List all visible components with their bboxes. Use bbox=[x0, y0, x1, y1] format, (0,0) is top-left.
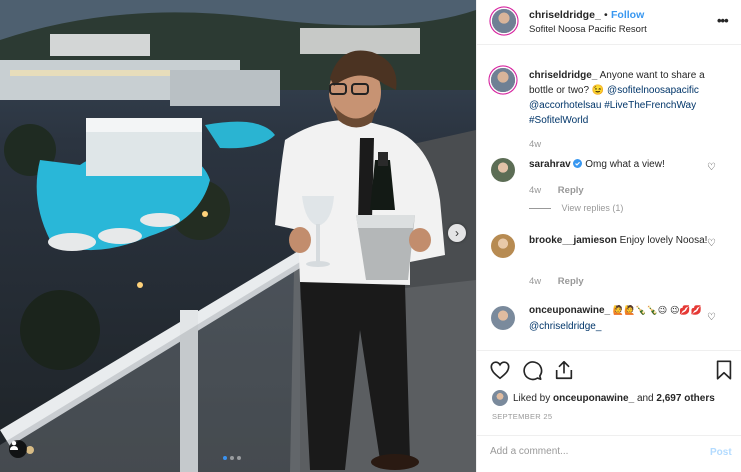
share-icon[interactable] bbox=[553, 359, 575, 381]
heart-icon[interactable] bbox=[489, 359, 511, 381]
comment-username[interactable]: onceuponawine_ bbox=[529, 305, 610, 316]
carousel-dot bbox=[230, 456, 234, 460]
comment-age[interactable]: 4w bbox=[529, 185, 541, 196]
likes-prefix: Liked by bbox=[513, 392, 551, 404]
comment-meta: 4w Reply bbox=[529, 276, 584, 287]
carousel-dot bbox=[237, 456, 241, 460]
comment-like-heart-icon[interactable]: ♡ bbox=[707, 162, 716, 173]
view-replies-label: View replies (1) bbox=[561, 203, 624, 213]
caption-age[interactable]: 4w bbox=[529, 139, 541, 150]
post-date[interactable]: SEPTEMBER 25 bbox=[492, 412, 552, 421]
mention-link[interactable]: @sofitelnoosapacific bbox=[607, 85, 699, 96]
reply-button[interactable]: Reply bbox=[558, 185, 584, 196]
avatar[interactable] bbox=[492, 9, 516, 33]
follow-button[interactable]: Follow bbox=[611, 9, 644, 21]
hashtag-link[interactable]: #SofitelWorld bbox=[529, 115, 588, 126]
avatar[interactable] bbox=[492, 390, 508, 406]
bookmark-icon[interactable] bbox=[713, 359, 735, 381]
reply-button[interactable]: Reply bbox=[558, 276, 584, 287]
comment-text: Enjoy lovely Noosa! bbox=[619, 235, 708, 246]
avatar[interactable] bbox=[491, 234, 515, 258]
comment-icon[interactable] bbox=[521, 359, 543, 381]
avatar[interactable] bbox=[491, 68, 515, 92]
caption: chriseldridge_ Anyone want to share a bo… bbox=[529, 68, 714, 128]
likes-summary: Liked by onceuponawine_ and 2,697 others bbox=[492, 390, 715, 406]
photo-scene bbox=[0, 0, 476, 472]
comment-like-heart-icon[interactable]: ♡ bbox=[707, 238, 716, 249]
likes-user[interactable]: onceuponawine_ bbox=[553, 393, 634, 404]
add-comment-bar: Post bbox=[477, 435, 741, 472]
caption-username[interactable]: chriseldridge_ bbox=[529, 70, 597, 81]
location-link[interactable]: Sofitel Noosa Pacific Resort bbox=[529, 24, 647, 35]
caption-meta: 4w bbox=[529, 139, 541, 150]
comment: onceuponawine_ 🙋🙋🍾🍾😉 😉💋💋 @chriseldridge_ bbox=[529, 303, 714, 334]
comments-list: chriseldridge_ Anyone want to share a bo… bbox=[477, 46, 741, 350]
avatar[interactable] bbox=[491, 306, 515, 330]
comment: sarahrav Omg what a view! bbox=[529, 157, 714, 172]
post-side-panel: chriseldridge_ • Follow Sofitel Noosa Pa… bbox=[476, 0, 741, 472]
comment-like-heart-icon[interactable]: ♡ bbox=[707, 312, 716, 323]
author-username[interactable]: chriseldridge_ bbox=[529, 9, 601, 21]
comment-username[interactable]: sarahrav bbox=[529, 159, 571, 170]
carousel-indicator bbox=[223, 456, 241, 460]
comment-username[interactable]: brooke__jamieson bbox=[529, 235, 617, 246]
ellipsis-icon[interactable]: ••• bbox=[717, 13, 729, 28]
comment-text: Omg what a view! bbox=[585, 159, 665, 170]
hashtag-link[interactable]: #LiveTheFrenchWay bbox=[604, 100, 696, 111]
mention-link[interactable]: @accorhotelsau bbox=[529, 100, 601, 111]
likes-count[interactable]: 2,697 others bbox=[656, 393, 714, 404]
comment: brooke__jamieson Enjoy lovely Noosa! bbox=[529, 233, 714, 248]
mention-link[interactable]: @chriseldridge_ bbox=[529, 321, 601, 332]
post-comment-button[interactable]: Post bbox=[710, 447, 732, 458]
view-replies-button[interactable]: View replies (1) bbox=[529, 203, 623, 213]
divider bbox=[529, 208, 551, 210]
likes-connector: and bbox=[636, 392, 654, 404]
comment-input[interactable] bbox=[490, 446, 690, 457]
tag-person-icon[interactable] bbox=[9, 440, 27, 458]
verified-badge-icon bbox=[573, 159, 583, 168]
comment-emojis: 🙋🙋🍾🍾😉 😉💋💋 bbox=[612, 306, 702, 316]
post-photo[interactable]: › bbox=[0, 0, 476, 472]
separator-dot: • bbox=[604, 9, 608, 21]
carousel-dot-active bbox=[223, 456, 227, 460]
post-header: chriseldridge_ • Follow Sofitel Noosa Pa… bbox=[477, 0, 741, 45]
comment-meta: 4w Reply bbox=[529, 185, 584, 196]
avatar[interactable] bbox=[491, 158, 515, 182]
comment-age[interactable]: 4w bbox=[529, 276, 541, 287]
next-arrow-icon[interactable]: › bbox=[448, 224, 466, 242]
action-bar: Liked by onceuponawine_ and 2,697 others… bbox=[477, 350, 741, 435]
